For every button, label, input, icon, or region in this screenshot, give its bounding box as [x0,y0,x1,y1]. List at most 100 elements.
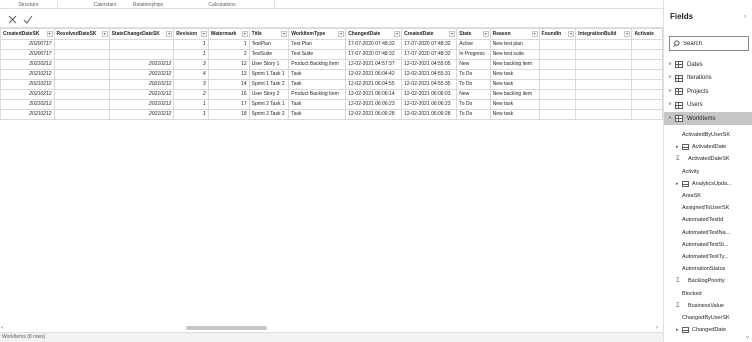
table-cell[interactable]: Product Backlog Item [288,89,347,100]
table-cell[interactable]: Sprint 1 Task 2 [248,79,290,90]
table-cell[interactable]: New [456,59,491,70]
table-cell[interactable]: 3 [173,79,209,90]
table-cell[interactable]: 1 [173,49,209,60]
table-row[interactable]: 20210212 20210212 3 12 User Story 1 Product B… [0,59,663,70]
field-item[interactable]: ActivatedByUserSK [664,129,752,141]
table-cell[interactable]: To Do [456,79,491,90]
table-cell[interactable]: New task [489,109,540,120]
table-cell[interactable]: Task [288,99,347,110]
column-header[interactable]: IntegrationBuild ▾ [575,28,633,40]
table-cell[interactable]: 20210212 [0,99,55,110]
cancel-formula-button[interactable] [5,12,19,26]
field-item[interactable]: AutomatedTestId [664,214,752,226]
table-cell[interactable] [631,89,663,100]
column-filter-dropdown-icon[interactable]: ▾ [166,31,173,37]
table-cell[interactable]: New task [489,69,540,80]
scroll-right-icon[interactable]: › [656,324,658,332]
table-cell[interactable]: Task [288,109,347,120]
column-filter-dropdown-icon[interactable]: ▾ [482,31,489,37]
table-cell[interactable]: 20210212 [0,109,55,120]
table-cell[interactable]: TestPlan [248,39,290,50]
fields-search-input[interactable] [683,40,743,47]
table-cell[interactable] [108,39,175,50]
table-cell[interactable]: 20210212 [108,89,175,100]
table-cell[interactable]: 12-02-2021 04:55:05 [401,59,458,70]
table-cell[interactable]: 2 [173,89,209,100]
table-row[interactable]: 20210212 20210212 2 16 User Story 2 Product B… [0,89,663,100]
table-cell[interactable] [108,49,175,60]
table-cell[interactable]: 20210212 [0,79,55,90]
table-cell[interactable]: Test Plan [288,39,347,50]
table-cell[interactable] [53,69,110,80]
column-filter-dropdown-icon[interactable]: ▾ [531,31,538,37]
table-cell[interactable]: To Do [456,99,491,110]
field-item[interactable]: ▸ ActivatedDate [664,141,752,153]
table-cell[interactable]: 20200717 [0,39,55,50]
table-cell[interactable]: 12-02-2021 06:06:03 [401,89,458,100]
column-header[interactable]: StateChangeDateSK ▾ [108,28,175,40]
table-cell[interactable] [631,39,663,50]
table-cell[interactable]: 1 [207,39,250,50]
table-cell[interactable] [538,99,577,110]
table-cell[interactable]: 17-07-2020 07:48:32 [345,49,403,60]
column-header[interactable]: Watermark ▾ [207,28,250,40]
table-row[interactable]: 20210212 20210212 1 17 Sprint 2 Task 1 Task 12… [0,99,663,110]
column-filter-dropdown-icon[interactable]: ▾ [101,31,108,37]
table-cell[interactable]: 13 [207,69,250,80]
table-cell[interactable]: New [456,89,491,100]
table-cell[interactable] [631,109,663,120]
table-cell[interactable]: 17-07-2020 07:48:32 [345,39,403,50]
table-cell[interactable]: 12-02-2021 06:06:28 [401,109,458,120]
fields-search-box[interactable] [669,36,749,51]
table-cell[interactable]: 1 [173,109,209,120]
table-cell[interactable]: 1 [173,99,209,110]
table-item-dates[interactable]: ˅ Dates [664,58,752,71]
table-cell[interactable]: Task [288,79,347,90]
column-header[interactable]: ResolvedDateSK ▾ [53,28,110,40]
table-cell[interactable]: To Do [456,69,491,80]
table-cell[interactable]: 1 [173,39,209,50]
table-cell[interactable]: Sprint 2 Task 1 [248,99,290,110]
field-item[interactable]: AutomatedTestNa... [664,227,752,239]
table-cell[interactable]: 20210212 [0,59,55,70]
table-cell[interactable] [53,39,110,50]
table-cell[interactable]: 12-02-2021 04:55:31 [401,69,458,80]
table-cell[interactable]: 14 [207,79,250,90]
table-cell[interactable]: 12-02-2021 04:57:37 [345,59,403,70]
table-cell[interactable] [631,69,663,80]
data-grid[interactable]: CreatedDateSK ▾ ResolvedDateSK ▾ StateChange… [0,28,663,324]
column-header[interactable]: Revision ▾ [173,28,209,40]
field-item[interactable]: Blocked [664,288,752,300]
table-item-workitems[interactable]: ˄ WorkItems [664,112,752,125]
table-cell[interactable]: 20210212 [0,89,55,100]
table-cell[interactable] [53,79,110,90]
table-cell[interactable] [575,79,633,90]
field-item[interactable]: Σ BacklogPriority [664,275,752,287]
column-header[interactable]: ChangedDate ▾ [345,28,403,40]
table-cell[interactable]: New task [489,99,540,110]
field-item[interactable]: AutomationStatus [664,263,752,275]
column-filter-dropdown-icon[interactable]: ▾ [241,31,248,37]
table-cell[interactable]: Sprint 2 Task 2 [248,109,290,120]
table-cell[interactable] [538,49,577,60]
table-item-projects[interactable]: ˅ Projects [664,85,752,98]
table-cell[interactable]: Active [456,39,491,50]
table-cell[interactable]: 18 [207,109,250,120]
column-header[interactable]: CreatedDateSK ▾ [0,28,55,40]
field-item[interactable]: AutomatedTestSt... [664,239,752,251]
table-cell[interactable]: 20210212 [108,59,175,70]
commit-formula-button[interactable] [21,12,35,26]
chevron-down-icon[interactable]: ˅ [665,75,675,81]
table-cell[interactable]: 12-02-2021 06:06:23 [345,99,403,110]
column-header[interactable]: Reason ▾ [489,28,540,40]
collapse-pane-icon[interactable]: › [744,14,746,20]
table-cell[interactable] [538,39,577,50]
chevron-down-icon[interactable]: ˅ [665,62,675,68]
table-row[interactable]: 20200717 1 2 TestSuite Test Suite 17-07-2020 … [0,49,663,60]
table-cell[interactable]: 16 [207,89,250,100]
table-cell[interactable] [53,89,110,100]
table-cell[interactable]: New backlog item [489,59,540,70]
table-cell[interactable]: 17-07-2020 07:48:32 [401,49,458,60]
table-cell[interactable]: 12-02-2021 06:06:23 [401,99,458,110]
table-cell[interactable]: 17 [207,99,250,110]
